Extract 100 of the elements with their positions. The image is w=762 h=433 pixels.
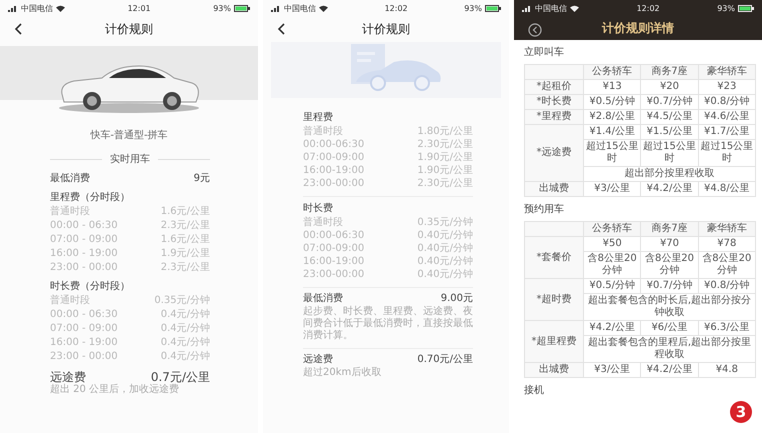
fee-label: 远途费: [50, 370, 86, 384]
table-cell: ¥4.8/公里: [698, 182, 756, 196]
time-period: 普通时段: [303, 125, 343, 138]
table-cell: ¥3/公里: [584, 182, 641, 196]
figure-badge: 3: [730, 401, 752, 423]
table-cell: ¥0.8/分钟: [698, 94, 756, 110]
price: 2.3元/公里: [160, 219, 210, 233]
time-period: 23:00-00:00: [303, 268, 364, 281]
row-label: *超时费: [524, 278, 584, 320]
column-header: 豪华轿车: [698, 222, 756, 236]
signal-icon: [522, 4, 532, 12]
time-period: 23:00 - 00:00: [50, 350, 118, 364]
table-cell: ¥13: [584, 80, 641, 94]
section-title: 实时用车: [110, 152, 150, 166]
carrier-name: 中国电信: [284, 2, 316, 14]
fee-note: 超过20km后收取: [303, 367, 382, 379]
time-period: 07:00-09:00: [303, 151, 364, 164]
table-cell: ¥0.7/分钟: [640, 278, 698, 294]
price: 0.4元/分钟: [160, 336, 210, 350]
table-cell: ¥4.5/公里: [640, 110, 698, 124]
page-title: 计价规则: [362, 20, 410, 38]
battery-percent: 93%: [717, 4, 735, 12]
table-cell: ¥4.2/公里: [640, 182, 698, 196]
time-period: 23:00 - 00:00: [50, 261, 118, 275]
fee-value: 0.7元/公里: [150, 370, 210, 384]
price: 1.90元/公里: [417, 151, 473, 164]
table-cell: ¥0.8/分钟: [698, 278, 756, 294]
back-icon[interactable]: [528, 23, 542, 37]
price: 0.4元/分钟: [160, 322, 210, 336]
table-cell: ¥0.7/分钟: [640, 94, 698, 110]
column-header: 公务轿车: [584, 64, 641, 80]
status-time: 12:01: [128, 4, 151, 12]
table-cell: ¥3/公里: [584, 362, 641, 378]
group-title: 时长费: [303, 202, 334, 216]
group-title: 里程费: [303, 110, 334, 125]
table-cell: 超出套餐包含的里程后,超出部分按里程收取: [584, 336, 756, 362]
row-label: *套餐价: [524, 236, 584, 278]
wifi-icon: [570, 4, 579, 12]
table-cell: ¥50: [584, 236, 641, 252]
table-cell: 含8公里20分钟: [698, 252, 756, 278]
price: 0.4元/分钟: [160, 350, 210, 364]
time-period: 00:00 - 06:30: [50, 308, 118, 322]
back-icon[interactable]: [277, 23, 285, 35]
table-cell: ¥0.5/分钟: [584, 94, 641, 110]
price: 1.90元/公里: [417, 164, 473, 177]
table-cell: 超出部分按里程收取: [584, 166, 756, 182]
battery-percent: 93%: [464, 4, 482, 12]
row-label: *起租价: [524, 80, 584, 94]
table-cell: 超过15公里时: [698, 140, 756, 166]
table-cell: ¥4.2/公里: [584, 320, 641, 336]
fee-value: 0.70元/公里: [417, 353, 473, 367]
column-header: 豪华轿车: [698, 64, 756, 80]
table-cell: ¥23: [698, 80, 756, 94]
table-cell: ¥4.6/公里: [698, 110, 756, 124]
price: 0.40元/分钟: [417, 242, 473, 255]
table-cell: ¥1.7/公里: [698, 124, 756, 140]
row-label: 出城费: [524, 182, 584, 196]
time-period: 00:00 - 06:30: [50, 219, 118, 233]
fee-value: 9元: [194, 172, 210, 186]
time-period: 16:00 - 19:00: [50, 247, 118, 261]
table-cell: ¥70: [640, 236, 698, 252]
row-label: *里程费: [524, 110, 584, 124]
price: 0.4元/分钟: [160, 308, 210, 322]
table-cell: ¥6.3/公里: [698, 320, 756, 336]
carrier-name: 中国电信: [535, 2, 567, 14]
group-title: 时长费（分时段）: [50, 280, 131, 294]
table-cell: 超过15公里时: [640, 140, 698, 166]
car-type: 快车-普通型-拼车: [89, 128, 169, 142]
table-cell: ¥6/公里: [640, 320, 698, 336]
group-title: 里程费（分时段）: [50, 190, 131, 205]
fee-label: 最低消费: [303, 292, 343, 306]
table-cell: 超过15公里时: [584, 140, 641, 166]
price: 2.30元/公里: [417, 138, 473, 151]
price: 0.40元/分钟: [417, 268, 473, 281]
signal-icon: [8, 4, 18, 12]
fee-label: 最低消费: [50, 172, 90, 186]
column-header: 商务7座: [640, 222, 698, 236]
table-cell: ¥4.8: [698, 362, 756, 378]
time-period: 23:00-00:00: [303, 177, 364, 190]
fee-note: 起步费、时长费、里程费、远途费、夜间费合计低于最低消费时，直接按最低消费计算。: [303, 306, 473, 342]
row-label: *时长费: [524, 94, 584, 110]
table-cell: ¥78: [698, 236, 756, 252]
back-icon[interactable]: [14, 23, 22, 35]
page-title: 计价规则: [105, 20, 153, 38]
carrier-name: 中国电信: [21, 2, 53, 14]
row-label: *远途费: [524, 124, 584, 182]
fee-value: 9.00元: [440, 292, 473, 306]
price: 2.30元/公里: [417, 177, 473, 190]
time-period: 00:00-06:30: [303, 229, 364, 242]
status-time: 12:02: [636, 4, 660, 12]
status-time: 12:02: [384, 4, 408, 12]
time-period: 普通时段: [50, 205, 90, 219]
wifi-icon: [56, 4, 65, 12]
fee-note: 超出 20 公里后，加收远途费: [50, 384, 180, 396]
time-period: 16:00-19:00: [303, 255, 364, 268]
fee-label: 远途费: [303, 353, 333, 366]
section-title: 接机: [524, 385, 545, 397]
time-period: 16:00-19:00: [303, 164, 364, 177]
battery-icon: [738, 4, 754, 12]
time-period: 16:00 - 19:00: [50, 336, 118, 350]
